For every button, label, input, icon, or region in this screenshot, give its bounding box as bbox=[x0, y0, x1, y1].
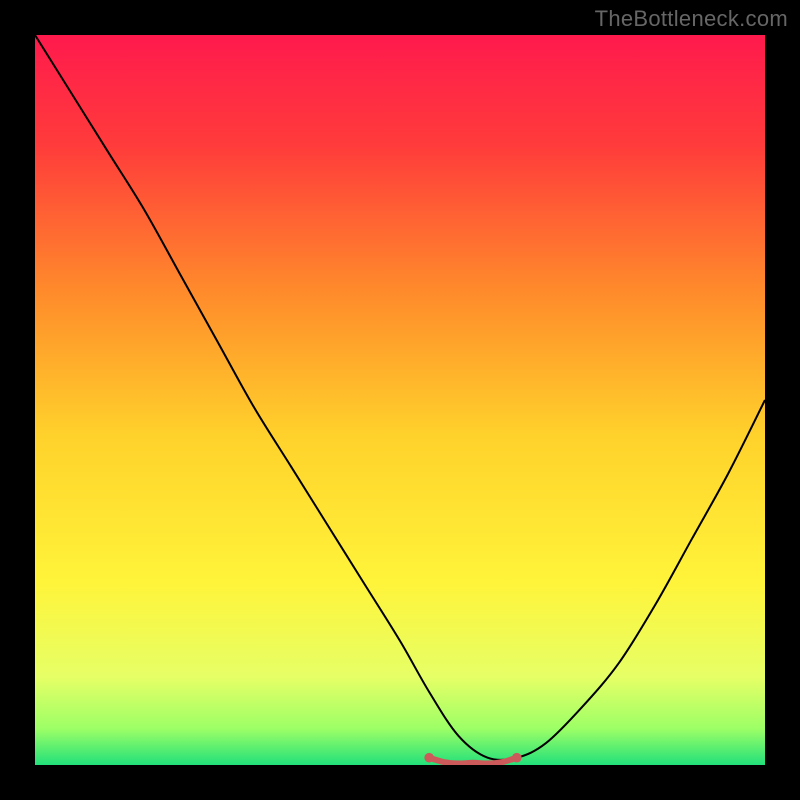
gradient-background bbox=[35, 35, 765, 765]
plot-area bbox=[35, 35, 765, 765]
series-optimal-flat-segment-endpoint bbox=[512, 753, 522, 763]
series-optimal-flat-segment-endpoint bbox=[424, 753, 434, 763]
chart-svg bbox=[35, 35, 765, 765]
chart-frame: TheBottleneck.com bbox=[0, 0, 800, 800]
watermark-text: TheBottleneck.com bbox=[595, 6, 788, 32]
